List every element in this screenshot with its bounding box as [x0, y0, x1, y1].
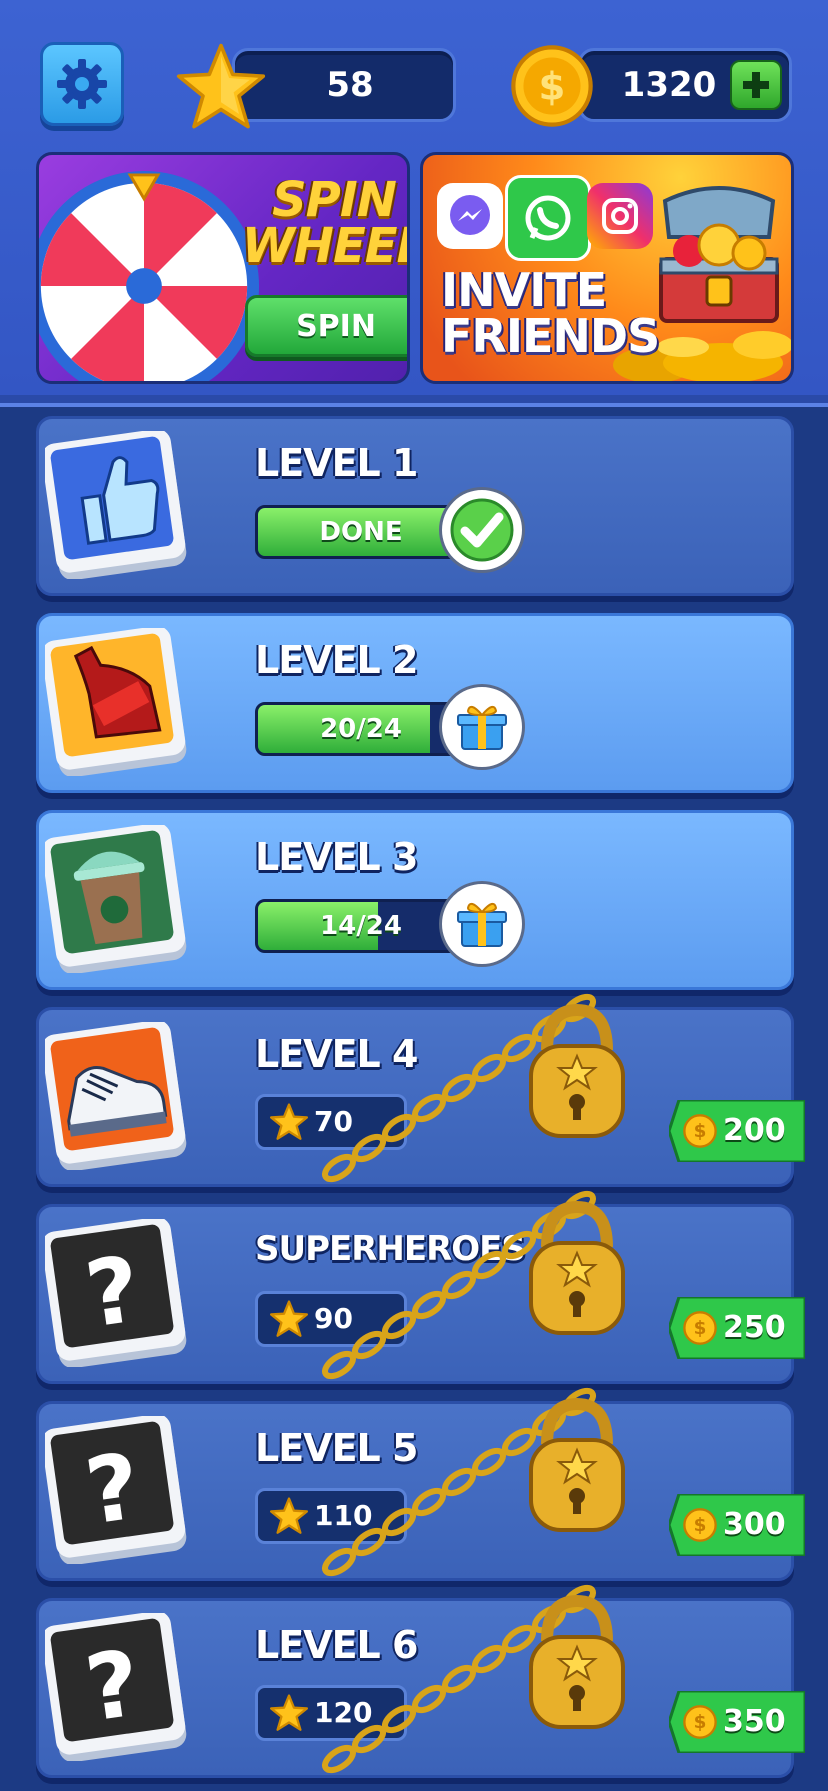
coin-icon: $ [683, 1311, 717, 1345]
unlock-price-button[interactable]: $300 [669, 1494, 805, 1556]
svg-text:$: $ [694, 1318, 707, 1339]
gift-icon [457, 902, 507, 947]
progress-text: 20/24 [320, 714, 402, 744]
lock-chain-icon [322, 1584, 625, 1774]
level-title: LEVEL 1 [255, 441, 418, 485]
svg-text:$: $ [694, 1121, 707, 1142]
whatsapp-icon [505, 175, 591, 261]
lock-chain-icon [322, 993, 625, 1183]
invite-friends-banner[interactable]: INVITE FRIENDS [420, 152, 794, 384]
level-card[interactable]: LEVEL 2 20/24 [36, 613, 794, 793]
coin-icon: $ [683, 1114, 717, 1148]
lock-chain-icon [322, 1387, 625, 1577]
progress-text: 14/24 [320, 911, 402, 941]
messenger-icon [437, 183, 503, 249]
level-card[interactable]: ? LEVEL 5 110 $300 [36, 1387, 805, 1581]
coin-icon: $ [511, 45, 593, 127]
game-screen: 58 1320 $ SPIN WHEEL SPIN INVITE FRIENDS… [0, 0, 828, 1791]
invite-title-line2: FRIENDS [441, 309, 660, 363]
settings-button[interactable] [40, 42, 124, 126]
gift-reward-badge[interactable] [439, 684, 525, 770]
spin-wheel-banner[interactable]: SPIN WHEEL SPIN [36, 152, 410, 384]
wheel-icon [39, 171, 259, 381]
instagram-icon [587, 183, 653, 249]
level-card[interactable]: ? LEVEL 6 120 $350 [36, 1584, 805, 1778]
coffee-cup-icon [45, 825, 187, 973]
spin-title-line2: WHEEL [241, 218, 410, 274]
unlock-price-value: 250 [723, 1310, 786, 1345]
unlock-price-button[interactable]: $250 [669, 1297, 805, 1359]
question-mark-icon: ? [45, 1613, 187, 1761]
svg-text:$: $ [539, 64, 566, 109]
svg-text:$: $ [694, 1712, 707, 1733]
soda-bottle-icon [45, 628, 187, 776]
level-complete-badge[interactable] [439, 487, 525, 573]
level-title: LEVEL 3 [255, 835, 418, 879]
svg-text:$: $ [694, 1515, 707, 1536]
thumbs-up-icon [45, 431, 187, 579]
sneaker-icon [45, 1022, 187, 1170]
top-bar: 58 1320 $ SPIN WHEEL SPIN INVITE FRIENDS [0, 0, 828, 403]
spin-button[interactable]: SPIN [245, 295, 407, 357]
level-progress-bar: DONE [255, 505, 467, 559]
checkmark-icon [450, 498, 514, 562]
star-icon [270, 1300, 308, 1337]
level-card[interactable]: LEVEL 1 DONE [36, 416, 794, 596]
question-mark-icon: ? [45, 1416, 187, 1564]
star-icon [270, 1694, 308, 1731]
gear-icon [57, 59, 107, 109]
unlock-price-button[interactable]: $200 [669, 1100, 805, 1162]
coins-count: 1320 [621, 65, 717, 105]
level-card[interactable]: LEVEL 4 70 $200 [36, 993, 805, 1187]
progress-text: DONE [319, 517, 403, 547]
spin-wheel-title: SPIN WHEEL [239, 172, 410, 274]
unlock-price-value: 350 [723, 1704, 786, 1739]
star-icon [176, 43, 266, 129]
level-card[interactable]: ? SUPERHEROES 90 $250 [36, 1190, 805, 1384]
star-icon [270, 1103, 308, 1140]
question-mark-icon: ? [45, 1219, 187, 1367]
coin-icon: $ [683, 1705, 717, 1739]
unlock-price-value: 200 [723, 1113, 786, 1148]
plus-icon [743, 72, 769, 98]
gift-icon [457, 705, 507, 750]
level-progress-bar: 14/24 [255, 899, 467, 953]
lock-chain-icon [322, 1190, 625, 1380]
level-card[interactable]: LEVEL 3 14/24 [36, 810, 794, 990]
add-coins-button[interactable] [730, 60, 782, 110]
gift-reward-badge[interactable] [439, 881, 525, 967]
spin-title-line1: SPIN [272, 172, 397, 228]
invite-title-line1: INVITE [441, 263, 607, 317]
unlock-price-value: 300 [723, 1507, 786, 1542]
stars-count: 58 [326, 65, 374, 105]
unlock-price-button[interactable]: $350 [669, 1691, 805, 1753]
coin-icon: $ [683, 1508, 717, 1542]
star-icon [270, 1497, 308, 1534]
invite-friends-title: INVITE FRIENDS [441, 263, 660, 363]
level-title: LEVEL 2 [255, 638, 418, 682]
level-progress-bar: 20/24 [255, 702, 467, 756]
